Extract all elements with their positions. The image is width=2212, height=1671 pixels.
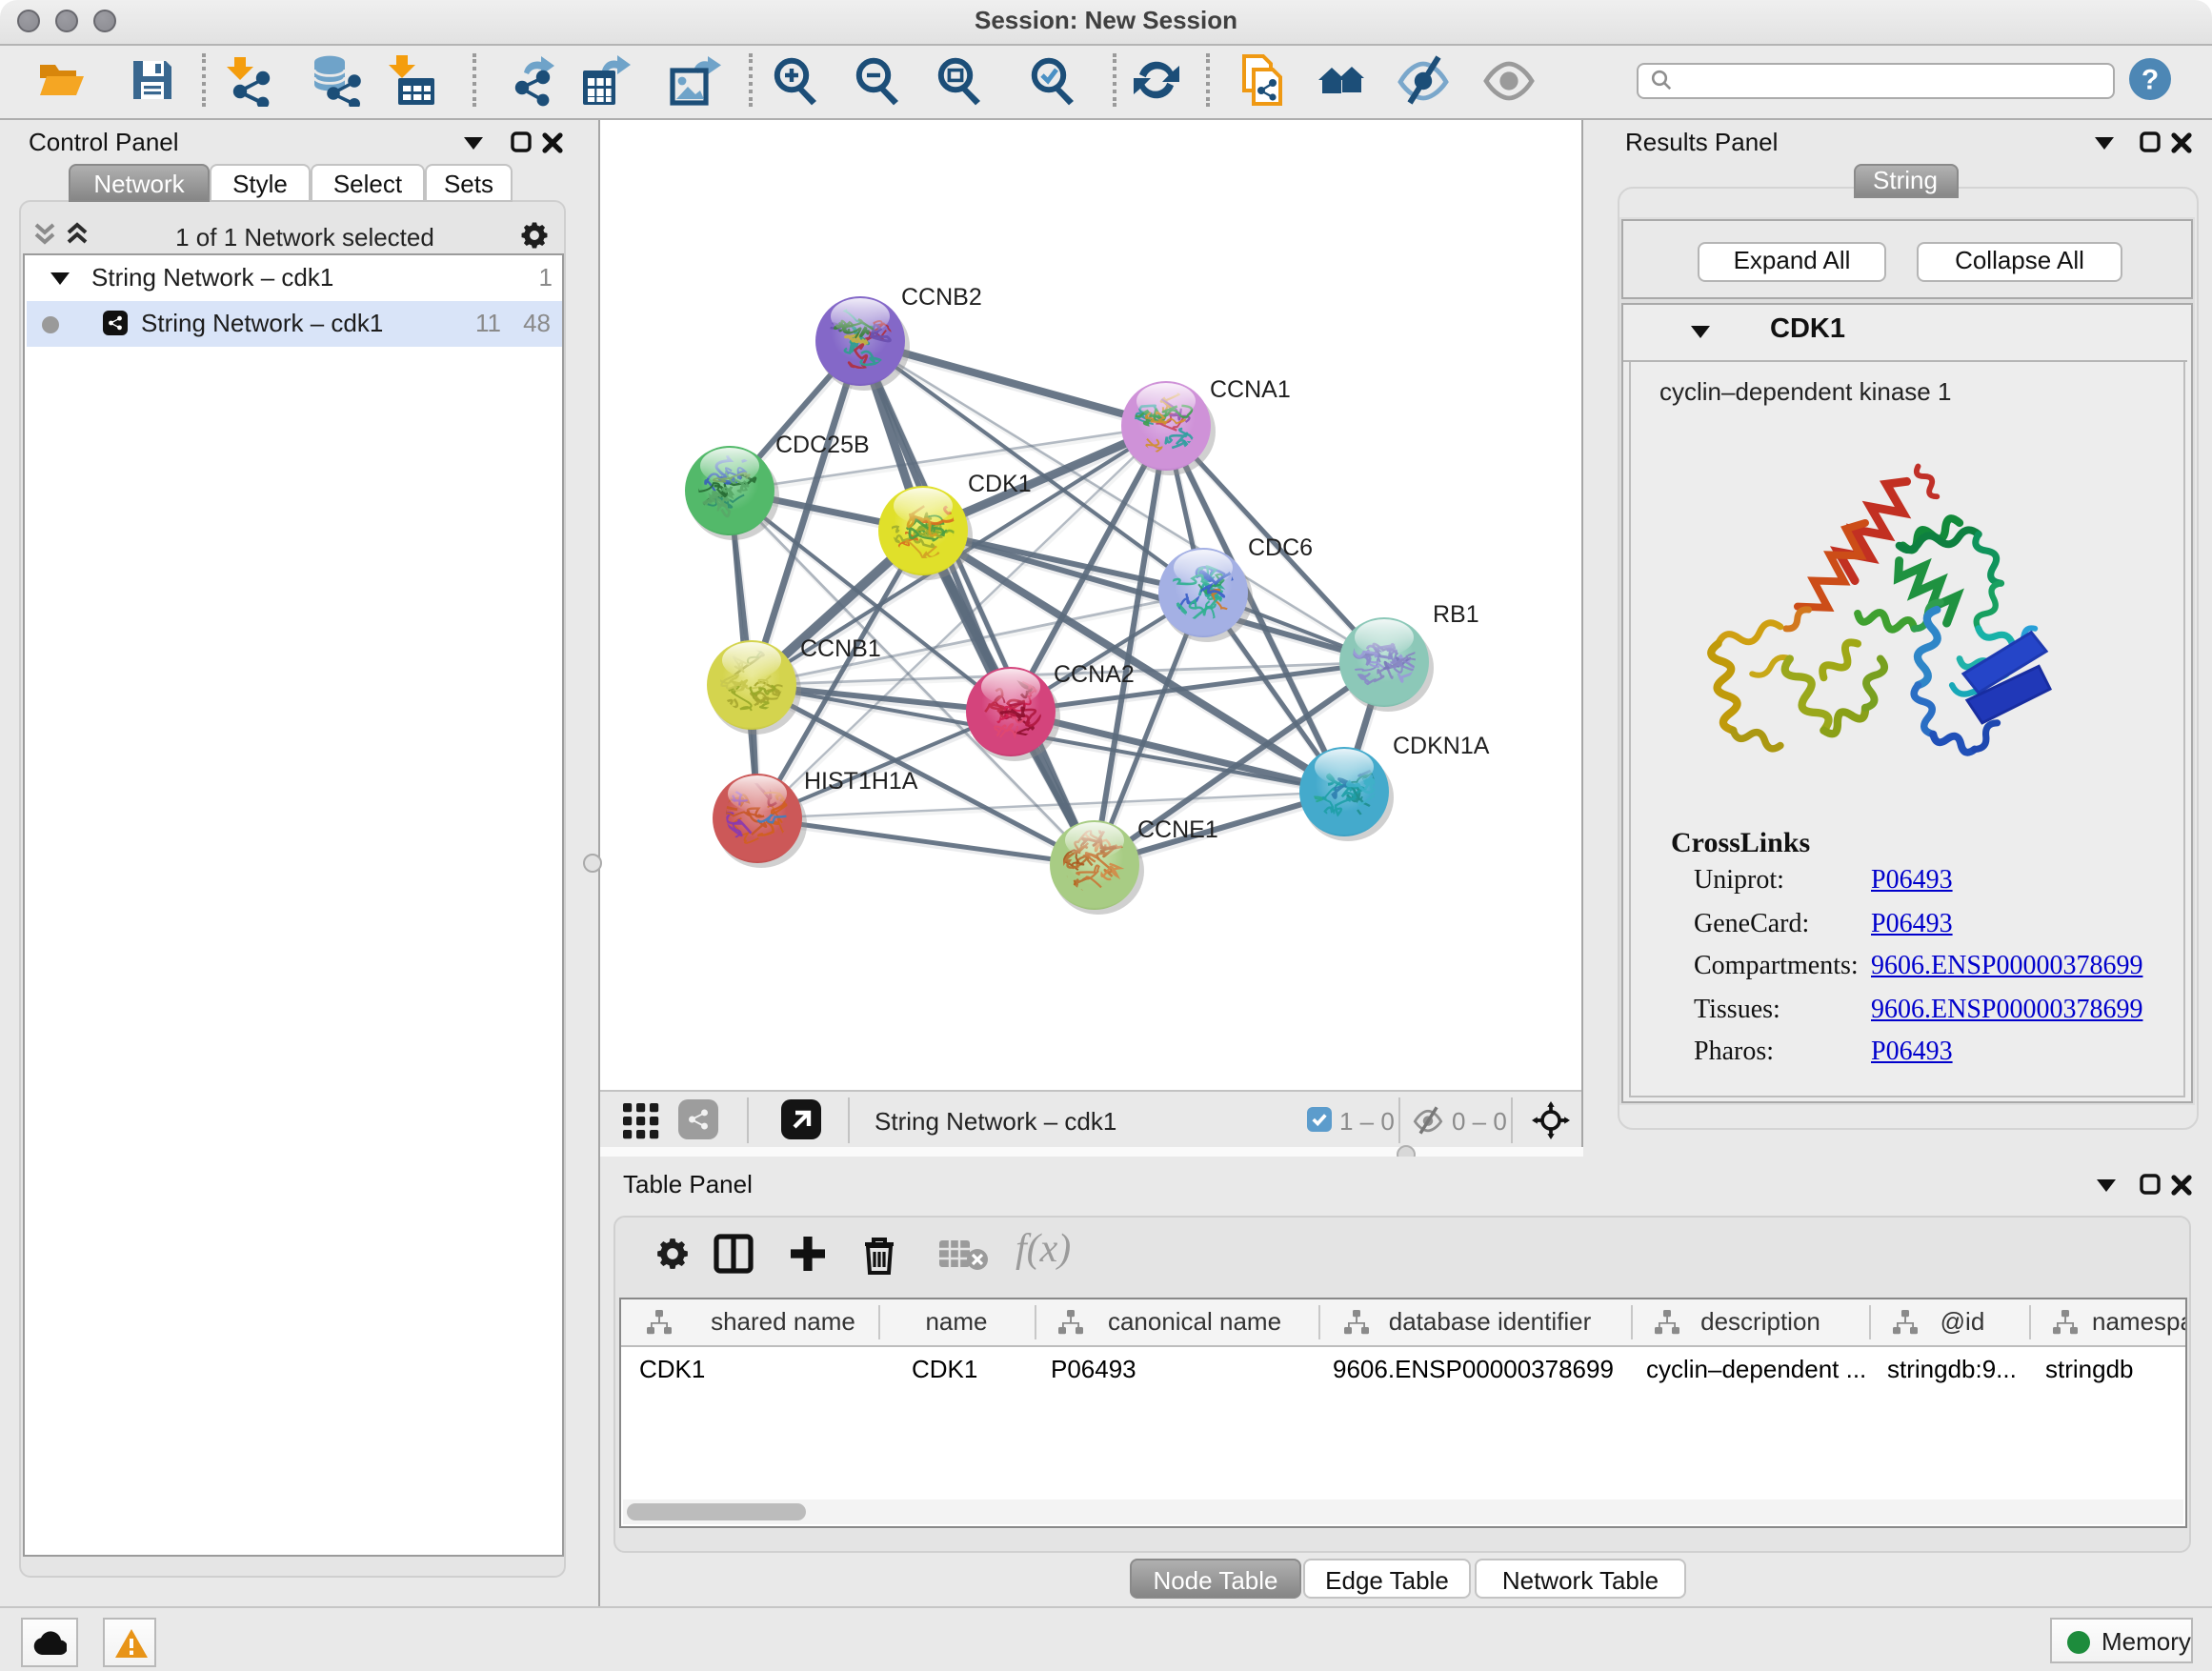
svg-text:CCNA2: CCNA2 [1054, 661, 1135, 688]
svg-text:HIST1H1A: HIST1H1A [804, 768, 918, 795]
svg-text:CCNA1: CCNA1 [1210, 376, 1291, 403]
svg-text:CDC25B: CDC25B [775, 432, 870, 458]
svg-text:CDKN1A: CDKN1A [1393, 733, 1490, 759]
svg-text:CCNB2: CCNB2 [901, 284, 982, 311]
svg-text:CCNE1: CCNE1 [1137, 816, 1218, 843]
svg-text:?: ? [2142, 65, 2159, 96]
svg-text:RB1: RB1 [1433, 601, 1479, 628]
svg-text:CCNB1: CCNB1 [800, 635, 881, 662]
svg-text:CDK1: CDK1 [968, 471, 1032, 497]
svg-text:CDC6: CDC6 [1248, 534, 1313, 561]
